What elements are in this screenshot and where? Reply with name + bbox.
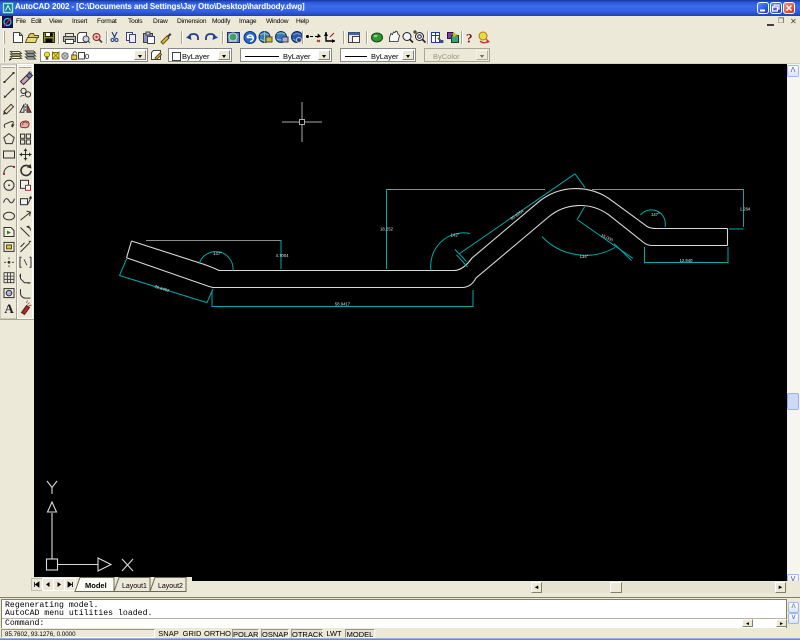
- svg-text:Model: Model: [85, 581, 107, 590]
- svg-text:147°: 147°: [651, 212, 660, 217]
- svg-text:4.7004: 4.7004: [276, 253, 289, 258]
- svg-text:30.8264: 30.8264: [509, 208, 525, 221]
- svg-text:58.9417: 58.9417: [335, 302, 351, 307]
- svg-text:147°: 147°: [213, 251, 222, 256]
- svg-text:?: ?: [466, 31, 473, 46]
- svg-text:12.940: 12.940: [680, 258, 693, 263]
- svg-text:134°: 134°: [580, 254, 589, 259]
- svg-text:1.264: 1.264: [740, 207, 751, 212]
- svg-text:A: A: [4, 301, 14, 316]
- svg-text:18.252: 18.252: [380, 227, 393, 232]
- svg-text:Layout2: Layout2: [158, 583, 183, 590]
- svg-text:20.6402: 20.6402: [154, 284, 171, 293]
- svg-text:142°: 142°: [451, 233, 460, 238]
- svg-text:Layout1: Layout1: [122, 583, 147, 590]
